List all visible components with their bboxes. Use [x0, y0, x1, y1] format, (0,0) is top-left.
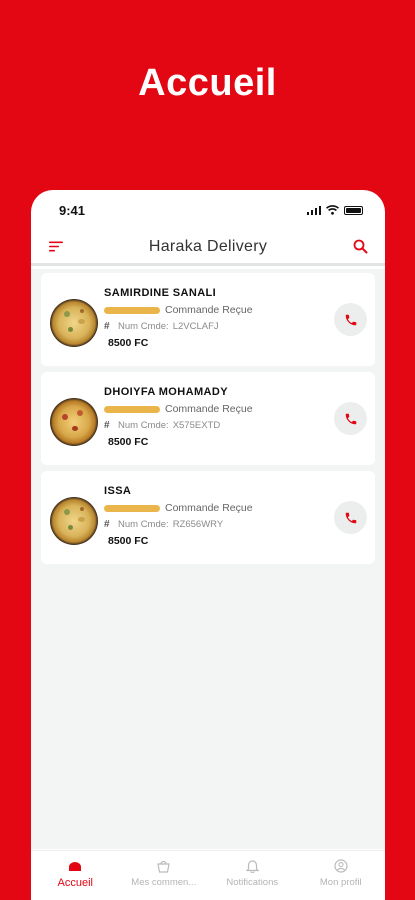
nav-label: Accueil [57, 877, 93, 889]
home-icon [68, 857, 82, 875]
customer-name: DHOIYFA MOHAMADY [104, 385, 228, 398]
status-indicator [104, 504, 160, 512]
call-button[interactable] [334, 303, 367, 336]
pizza-thumbnail [50, 496, 98, 545]
order-card[interactable]: SAMIRDINE SANALI Commande Reçue # Num Cm… [41, 273, 375, 366]
order-num: X575EXTD [172, 420, 221, 431]
bell-icon [245, 857, 259, 875]
promo-title: Accueil [138, 62, 277, 104]
customer-name: SAMIRDINE SANALI [104, 286, 217, 299]
hash-icon: # [104, 420, 110, 431]
order-price: 8500 FC [108, 534, 149, 547]
pizza-thumbnail [50, 397, 98, 446]
order-status: Commande Reçue [165, 502, 253, 514]
sort-menu-icon[interactable] [47, 238, 65, 256]
order-price: 8500 FC [108, 435, 149, 448]
phone-icon [345, 512, 356, 523]
status-icons [306, 205, 363, 215]
pizza-thumbnail [50, 298, 98, 347]
status-bar: 9:41 [31, 190, 385, 230]
wifi-icon [326, 205, 339, 215]
nav-label: Mon profil [319, 877, 362, 888]
phone-frame: 9:41 Haraka Delivery SAMIRDINE SANALI Co… [31, 190, 385, 900]
order-price: 8500 FC [108, 336, 149, 349]
bottom-nav: Accueil Mes commen... Notifications Mon … [31, 850, 385, 900]
app-title: Haraka Delivery [148, 237, 268, 255]
hash-icon: # [104, 321, 110, 332]
basket-icon [156, 857, 171, 875]
hash-icon: # [104, 519, 110, 530]
status-indicator [104, 306, 160, 314]
nav-item-mes-commandes[interactable]: Mes commen... [120, 851, 209, 900]
nav-label: Mes commen... [131, 877, 197, 888]
customer-name: ISSA [104, 484, 132, 497]
order-num-label: Num Cmde: [118, 519, 169, 530]
phone-icon [345, 413, 356, 424]
order-card[interactable]: ISSA Commande Reçue # Num Cmde: RZ656WRY… [41, 471, 375, 564]
order-status: Commande Reçue [165, 403, 253, 415]
nav-label: Notifications [226, 877, 279, 888]
call-button[interactable] [334, 402, 367, 435]
order-num-label: Num Cmde: [118, 420, 169, 431]
order-num: RZ656WRY [172, 519, 224, 530]
phone-icon [345, 314, 356, 325]
nav-item-notifications[interactable]: Notifications [208, 851, 297, 900]
profile-icon [334, 857, 348, 875]
battery-icon [344, 205, 363, 215]
status-time: 9:41 [59, 202, 86, 218]
call-button[interactable] [334, 501, 367, 534]
order-num-label: Num Cmde: [118, 321, 169, 332]
order-card[interactable]: DHOIYFA MOHAMADY Commande Reçue # Num Cm… [41, 372, 375, 465]
order-num: L2VCLAFJ [172, 321, 219, 332]
order-status: Commande Reçue [165, 304, 253, 316]
search-icon[interactable] [351, 238, 369, 256]
nav-item-accueil[interactable]: Accueil [31, 851, 120, 900]
signal-icon [306, 205, 321, 215]
orders-list: SAMIRDINE SANALI Commande Reçue # Num Cm… [31, 269, 385, 849]
status-indicator [104, 405, 160, 413]
app-header: Haraka Delivery [31, 230, 385, 266]
nav-item-mon-profil[interactable]: Mon profil [297, 851, 386, 900]
